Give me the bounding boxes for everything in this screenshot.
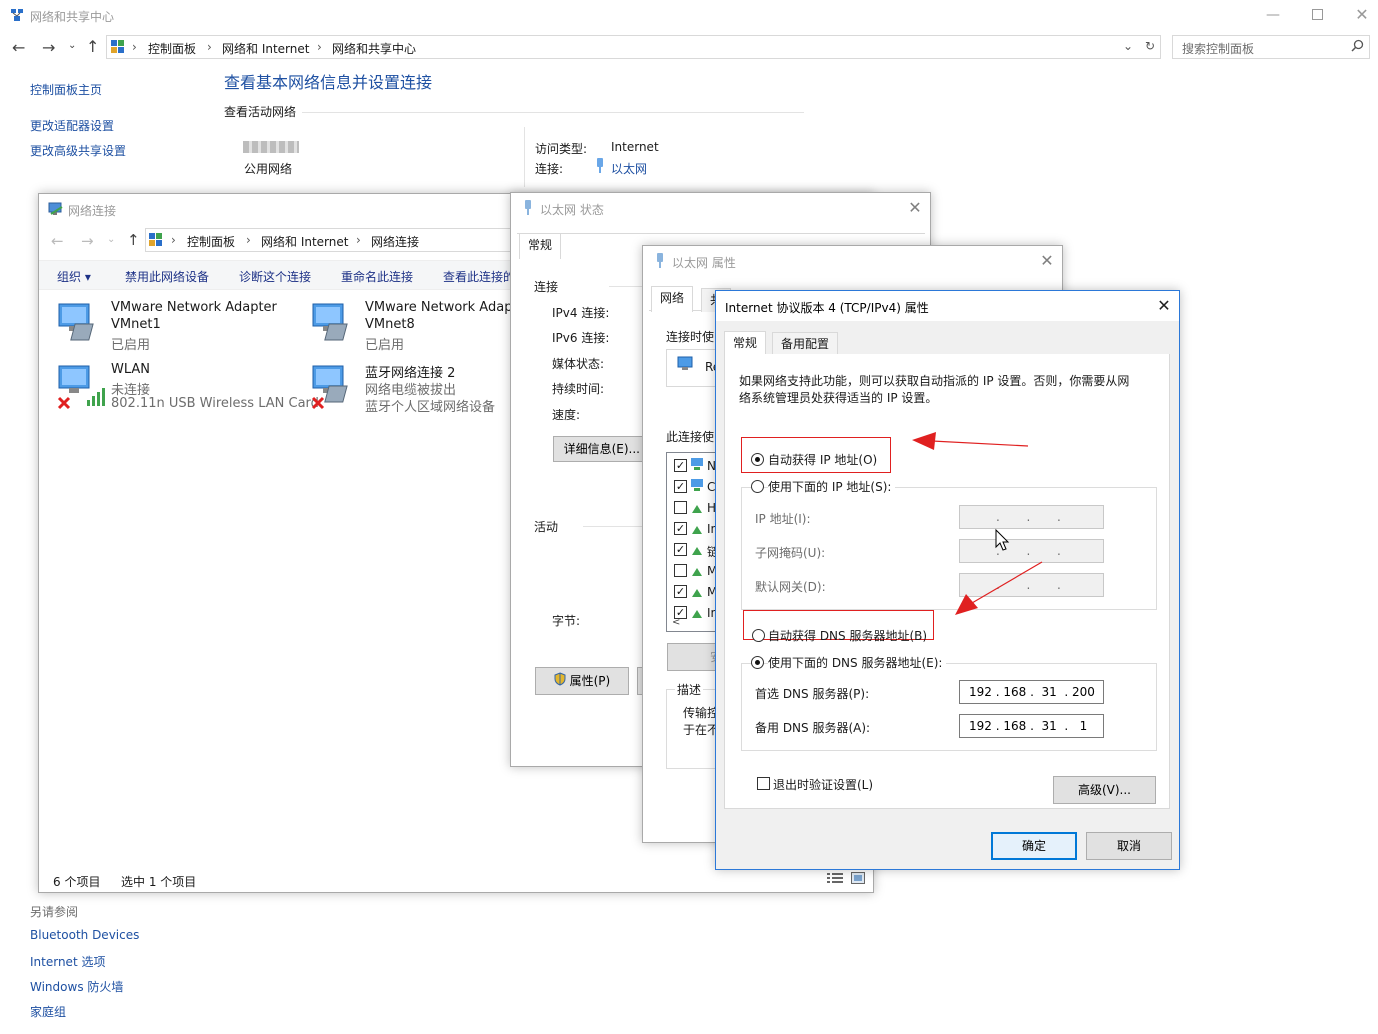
- arrow-auto-ip: [931, 440, 1029, 447]
- arrow-auto-dns-head: [955, 594, 978, 615]
- annotation-overlay: [912, 432, 1043, 615]
- arrow-auto-ip-head: [912, 432, 936, 450]
- mouse-cursor-icon: [995, 528, 1010, 551]
- arrow-auto-dns: [971, 561, 1043, 604]
